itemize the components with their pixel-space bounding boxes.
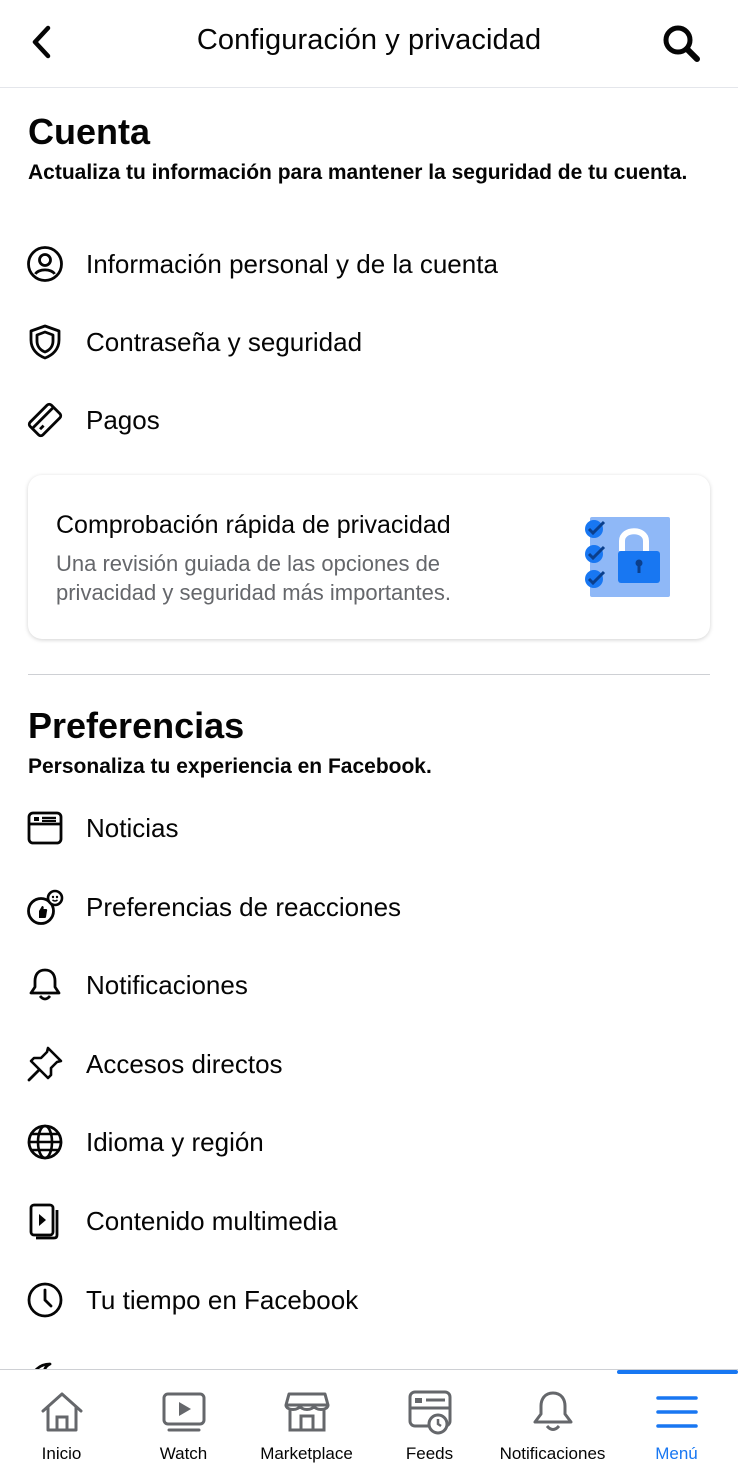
settings-item-label: Pagos <box>86 404 160 435</box>
tab-marketplace[interactable]: Marketplace <box>245 1370 368 1484</box>
marketplace-icon <box>283 1388 331 1436</box>
tab-label: Inicio <box>41 1444 82 1463</box>
person-circle-icon <box>26 245 64 283</box>
search-icon <box>663 25 700 62</box>
settings-item-label: Tu tiempo en Facebook <box>86 1284 359 1315</box>
settings-item-notifications[interactable]: Notificaciones <box>0 950 738 1020</box>
section-divider <box>28 674 710 675</box>
section-subtitle-preferences: Personaliza tu experiencia en Facebook. <box>28 755 432 778</box>
page-title: Configuración y privacidad <box>196 24 542 56</box>
tab-label: Watch <box>159 1444 208 1463</box>
reactions-icon <box>26 888 64 926</box>
news-feed-icon <box>26 809 64 847</box>
settings-item-news-feed[interactable]: Noticias <box>0 793 738 863</box>
settings-item-payments[interactable]: Pagos <box>0 385 738 455</box>
moon-icon <box>26 1359 64 1369</box>
tab-watch[interactable]: Watch <box>122 1370 245 1484</box>
menu-icon <box>653 1388 701 1436</box>
media-icon <box>26 1202 64 1240</box>
section-title-preferences: Preferencias <box>28 705 245 746</box>
pin-icon <box>26 1045 64 1083</box>
settings-item-reactions[interactable]: Preferencias de reacciones <box>0 872 738 942</box>
tab-label: Notificaciones <box>499 1444 606 1463</box>
settings-item-password-security[interactable]: Contraseña y seguridad <box>0 307 738 377</box>
section-title-account: Cuenta <box>28 111 151 152</box>
settings-item-label: Accesos directos <box>86 1048 283 1079</box>
tab-home[interactable]: Inicio <box>0 1370 123 1484</box>
settings-item-partial[interactable] <box>0 1343 738 1369</box>
privacy-lock-illustration <box>585 517 670 597</box>
shield-icon <box>26 323 64 361</box>
payment-card-icon <box>26 401 64 439</box>
settings-item-label: Notificaciones <box>86 969 248 1000</box>
search-button[interactable] <box>658 20 704 66</box>
settings-item-label: Idioma y región <box>86 1126 264 1157</box>
settings-item-label: Contenido multimedia <box>86 1205 338 1236</box>
privacy-checkup-description: Una revisión guiada de las opciones de p… <box>56 551 451 605</box>
settings-item-label: Preferencias de reacciones <box>86 891 402 922</box>
watch-icon <box>160 1388 208 1436</box>
settings-item-personal-info[interactable]: Información personal y de la cuenta <box>0 229 738 299</box>
settings-item-shortcuts[interactable]: Accesos directos <box>0 1029 738 1099</box>
tab-notifications[interactable]: Notificaciones <box>491 1370 614 1484</box>
home-icon <box>38 1388 86 1436</box>
settings-item-label: Información personal y de la cuenta <box>86 248 498 279</box>
globe-icon <box>26 1123 64 1161</box>
privacy-checkup-title: Comprobación rápida de privacidad <box>56 511 451 539</box>
tab-label: Menú <box>655 1444 698 1463</box>
settings-item-media[interactable]: Contenido multimedia <box>0 1186 738 1256</box>
tab-feeds[interactable]: Feeds <box>368 1370 491 1484</box>
tab-label: Feeds <box>405 1444 454 1463</box>
section-subtitle-account: Actualiza tu información para mantener l… <box>28 161 688 184</box>
feeds-icon <box>406 1388 454 1436</box>
tab-label: Marketplace <box>260 1444 353 1463</box>
settings-content[interactable]: Cuenta Actualiza tu información para man… <box>0 89 738 1369</box>
bottom-tab-bar: Inicio Watch Marketplace Feeds Notificac… <box>0 1369 738 1483</box>
settings-item-label: Contraseña y seguridad <box>86 326 363 357</box>
settings-item-language-region[interactable]: Idioma y región <box>0 1107 738 1177</box>
bell-icon <box>529 1388 577 1436</box>
active-tab-indicator <box>617 1370 738 1374</box>
bell-icon <box>26 966 64 1004</box>
settings-item-time-on-facebook[interactable]: Tu tiempo en Facebook <box>0 1265 738 1335</box>
privacy-checkup-card[interactable]: Comprobación rápida de privacidad Una re… <box>28 475 710 639</box>
clock-icon <box>26 1281 64 1319</box>
tab-menu[interactable]: Menú <box>615 1370 738 1484</box>
top-bar: Configuración y privacidad <box>0 0 738 88</box>
settings-item-label: Noticias <box>86 812 179 843</box>
